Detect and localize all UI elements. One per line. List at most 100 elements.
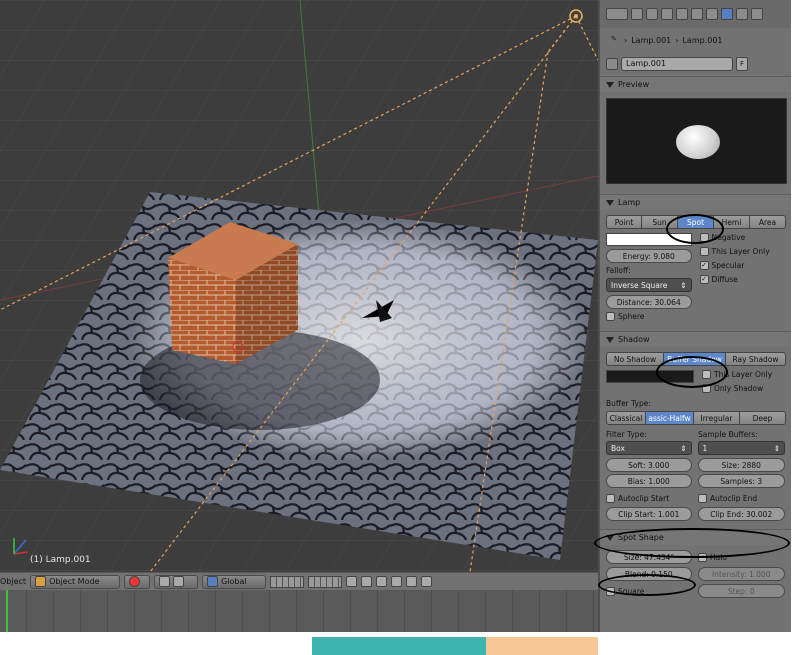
datablock-name-field[interactable]: Lamp.001 xyxy=(621,57,733,71)
buffer-type-label: Buffer Type: xyxy=(606,399,651,408)
lamp-panel-header[interactable]: Lamp xyxy=(600,194,791,210)
clip-start-field[interactable]: Clip Start: 1.001 xyxy=(606,507,692,521)
lamp-this-layer-only-checkbox[interactable]: This Layer Only xyxy=(699,247,786,256)
collapse-triangle-icon xyxy=(606,81,614,88)
collapse-triangle-icon xyxy=(606,336,614,343)
shading-button[interactable] xyxy=(124,574,151,589)
select-arrows-icon: ⇕ xyxy=(680,443,687,453)
autoclip-start-checkbox[interactable]: Autoclip Start xyxy=(606,494,692,503)
spot-size-field[interactable]: Size: 47.434° xyxy=(606,550,692,564)
spot-shape-panel-header[interactable]: Spot Shape xyxy=(600,529,791,545)
pin-icon[interactable]: ✎ xyxy=(608,34,620,46)
snap-icon[interactable] xyxy=(376,576,388,587)
viewport-scene xyxy=(0,0,598,572)
pivot-button[interactable] xyxy=(154,574,199,589)
halo-label: Halo xyxy=(710,552,727,562)
render-anim-icon[interactable] xyxy=(421,576,433,587)
layers-grid-1[interactable] xyxy=(270,575,305,588)
buffer-type-classic-halfway[interactable]: assic-Halfw xyxy=(646,411,694,425)
datablock-row: Lamp.001 F xyxy=(600,52,791,76)
only-shadow-label: Only Shadow xyxy=(714,384,764,393)
sample-buffers-select[interactable]: 1 ⇕ xyxy=(697,441,785,455)
lamp-type-hemi[interactable]: Hemi xyxy=(714,215,750,229)
halo-intensity-field[interactable]: Intensity: 1.000 xyxy=(697,567,785,581)
lamp-color-swatch[interactable] xyxy=(606,233,692,246)
filter-type-label: Filter Type: xyxy=(606,430,647,439)
shadow-mode-ray[interactable]: Ray Shadow xyxy=(726,352,786,366)
samples-field[interactable]: Samples: 3 xyxy=(697,474,785,488)
scene-tab-icon[interactable] xyxy=(661,8,673,20)
world-tab-icon[interactable] xyxy=(676,8,688,20)
falloff-select[interactable]: Inverse Square ⇕ xyxy=(606,278,692,292)
snap-target-icon[interactable] xyxy=(391,576,403,587)
timeline[interactable] xyxy=(0,590,598,632)
clip-end-field[interactable]: Clip End: 30.002 xyxy=(697,507,785,521)
only-shadow-checkbox[interactable]: Only Shadow xyxy=(702,384,772,393)
render-layers-tab-icon[interactable] xyxy=(646,8,658,20)
frame-cursor[interactable] xyxy=(6,590,8,632)
shadow-mode-none[interactable]: No Shadow xyxy=(606,352,664,366)
halo-step-field[interactable]: Step: 0 xyxy=(697,584,785,598)
particles-tab-icon[interactable] xyxy=(751,8,763,20)
checkbox-box xyxy=(606,312,615,321)
negative-label: Negative xyxy=(711,233,746,242)
lamp-type-sun[interactable]: Sun xyxy=(642,215,678,229)
sphere-checkbox[interactable]: Sphere xyxy=(606,312,692,321)
buffer-type-deep[interactable]: Deep xyxy=(740,411,786,425)
lamp-type-area[interactable]: Area xyxy=(750,215,786,229)
lamp-data-tab-icon[interactable] xyxy=(721,8,733,20)
object-menu[interactable]: Object xyxy=(0,577,26,586)
shadow-this-layer-only-checkbox[interactable]: This Layer Only xyxy=(702,370,772,379)
collapse-triangle-icon xyxy=(606,534,614,541)
soft-field[interactable]: Soft: 3.000 xyxy=(606,458,692,472)
object-tab-icon[interactable] xyxy=(691,8,703,20)
annotation-bar-peach xyxy=(486,637,598,655)
orientation-selector[interactable]: Global xyxy=(202,574,267,589)
checkmark-icon: ✓ xyxy=(699,261,709,270)
layers-grid-2[interactable] xyxy=(308,575,343,588)
render-preview-icon[interactable] xyxy=(406,576,418,587)
filter-type-select[interactable]: Box ⇕ xyxy=(606,441,692,455)
buffer-size-field[interactable]: Size: 2880 xyxy=(697,458,785,472)
spot-blend-field[interactable]: Blend: 0.150 xyxy=(606,567,692,581)
shadow-panel-header[interactable]: Shadow xyxy=(600,331,791,347)
editor-type-icon[interactable] xyxy=(606,8,628,20)
fake-user-button[interactable]: F xyxy=(736,57,748,71)
cube-mode-icon xyxy=(35,576,47,587)
buffer-type-irregular[interactable]: Irregular xyxy=(694,411,740,425)
autoclip-end-label: Autoclip End xyxy=(710,494,758,503)
square-checkbox[interactable]: Square xyxy=(606,586,692,596)
specular-checkbox[interactable]: ✓ Specular xyxy=(699,261,786,270)
energy-field[interactable]: Energy: 9.080 xyxy=(606,249,692,263)
layer-lock-icon[interactable] xyxy=(346,576,358,587)
texture-tab-icon[interactable] xyxy=(736,8,748,20)
lamp-panel-title: Lamp xyxy=(618,198,641,207)
properties-editor: ✎ › Lamp.001 › Lamp.001 Lamp.001 F Previ… xyxy=(598,0,791,632)
lamp-datablock-icon[interactable] xyxy=(606,58,618,70)
lamp-type-spot[interactable]: Spot xyxy=(678,215,714,229)
distance-field[interactable]: Distance: 30.064 xyxy=(606,295,692,309)
falloff-label: Falloff: xyxy=(606,266,631,275)
preview-panel-header[interactable]: Preview xyxy=(600,76,791,92)
specular-label: Specular xyxy=(711,261,745,270)
breadcrumb: ✎ › Lamp.001 › Lamp.001 xyxy=(600,28,791,52)
constraints-tab-icon[interactable] xyxy=(706,8,718,20)
mode-selector[interactable]: Object Mode xyxy=(30,574,121,589)
render-tab-icon[interactable] xyxy=(631,8,643,20)
checkbox-box xyxy=(606,586,615,596)
buffer-type-classical[interactable]: Classical xyxy=(606,411,646,425)
square-label: Square xyxy=(618,586,645,596)
diffuse-checkbox[interactable]: ✓ Diffuse xyxy=(699,275,786,284)
manipulator-icon xyxy=(173,576,185,587)
halo-checkbox[interactable]: Halo xyxy=(698,552,727,562)
proportional-edit-icon[interactable] xyxy=(361,576,373,587)
shadow-mode-buffer[interactable]: Buffer Shadow xyxy=(664,352,726,366)
negative-checkbox[interactable]: Negative xyxy=(699,233,786,242)
shadow-color-swatch[interactable] xyxy=(606,370,694,383)
lamp-type-point[interactable]: Point xyxy=(606,215,642,229)
3d-viewport[interactable]: (1) Lamp.001 xyxy=(0,0,598,572)
bias-field[interactable]: Bias: 1.000 xyxy=(606,474,692,488)
pivot-icon xyxy=(159,576,171,587)
autoclip-start-label: Autoclip Start xyxy=(618,494,670,503)
autoclip-end-checkbox[interactable]: Autoclip End xyxy=(698,494,757,503)
